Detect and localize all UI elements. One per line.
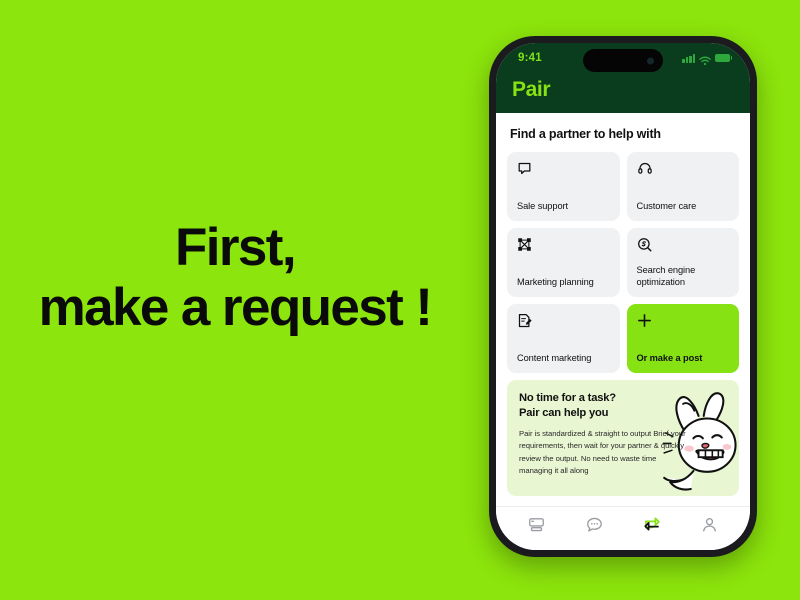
network-nodes-icon [517, 237, 610, 257]
category-card-label: Or make a post [636, 353, 703, 364]
app-content: Find a partner to help with Sale support [496, 113, 750, 506]
section-title: Find a partner to help with [510, 127, 661, 141]
category-card-customer-care[interactable]: Customer care [626, 152, 739, 221]
dynamic-island [583, 49, 663, 72]
battery-icon [715, 53, 733, 63]
category-card-make-a-post[interactable]: Or make a post [626, 304, 739, 373]
phone-mockup: 9:41 Pair Find a partner to help with Sa… [489, 36, 757, 557]
nav-item-exchange[interactable] [635, 513, 669, 541]
status-indicators [682, 53, 733, 66]
app-brand-logo: Pair [512, 78, 551, 101]
category-card-label: Sale support [517, 201, 568, 212]
category-card-grid: Sale support Customer care Marketing pla… [507, 152, 739, 373]
promo-title: No time for a task? Pair can help you [519, 391, 727, 421]
status-bar: 9:41 [496, 43, 750, 73]
promo-banner[interactable]: No time for a task? Pair can help you Pa… [507, 380, 739, 496]
document-edit-icon [517, 313, 610, 333]
app-top-zone: 9:41 Pair [496, 43, 750, 113]
category-card-seo[interactable]: Search engine optimization [626, 228, 739, 297]
speech-bubble-icon [517, 161, 610, 181]
browser-window-icon [528, 516, 545, 538]
phone-screen: 9:41 Pair Find a partner to help with Sa… [496, 43, 750, 550]
category-card-label: Content marketing [517, 353, 592, 364]
nav-item-dashboard[interactable] [520, 513, 554, 541]
category-card-label: Marketing planning [517, 277, 594, 288]
nav-item-messages[interactable] [577, 513, 611, 541]
nav-item-profile[interactable] [692, 513, 726, 541]
search-circle-icon [637, 237, 730, 257]
promo-body-text: Pair is standardized & straight to outpu… [519, 429, 686, 476]
bottom-navigation-bar [496, 506, 750, 550]
user-avatar-icon [701, 516, 718, 538]
promo-title-line-1: No time for a task? [519, 392, 616, 404]
category-card-label: Search engine optimization [636, 265, 696, 288]
app-bar: Pair [496, 73, 750, 113]
promo-title-line-2: Pair can help you [519, 407, 609, 419]
status-time: 9:41 [518, 52, 542, 64]
category-card-sale-support[interactable]: Sale support [507, 152, 620, 221]
plus-icon [637, 313, 730, 333]
wifi-icon [699, 53, 711, 66]
category-card-label: Customer care [636, 201, 697, 212]
headline-line-1: First, [175, 218, 297, 277]
chat-bubble-icon [586, 516, 603, 538]
headline-line-2: make a request ! [38, 277, 433, 337]
swap-arrows-icon [643, 515, 661, 538]
slide-headline: First, make a request ! [0, 218, 470, 338]
category-card-marketing-planning[interactable]: Marketing planning [507, 228, 620, 297]
category-card-content-marketing[interactable]: Content marketing [507, 304, 620, 373]
headset-icon [637, 161, 730, 181]
cellular-signal-icon [682, 53, 695, 63]
